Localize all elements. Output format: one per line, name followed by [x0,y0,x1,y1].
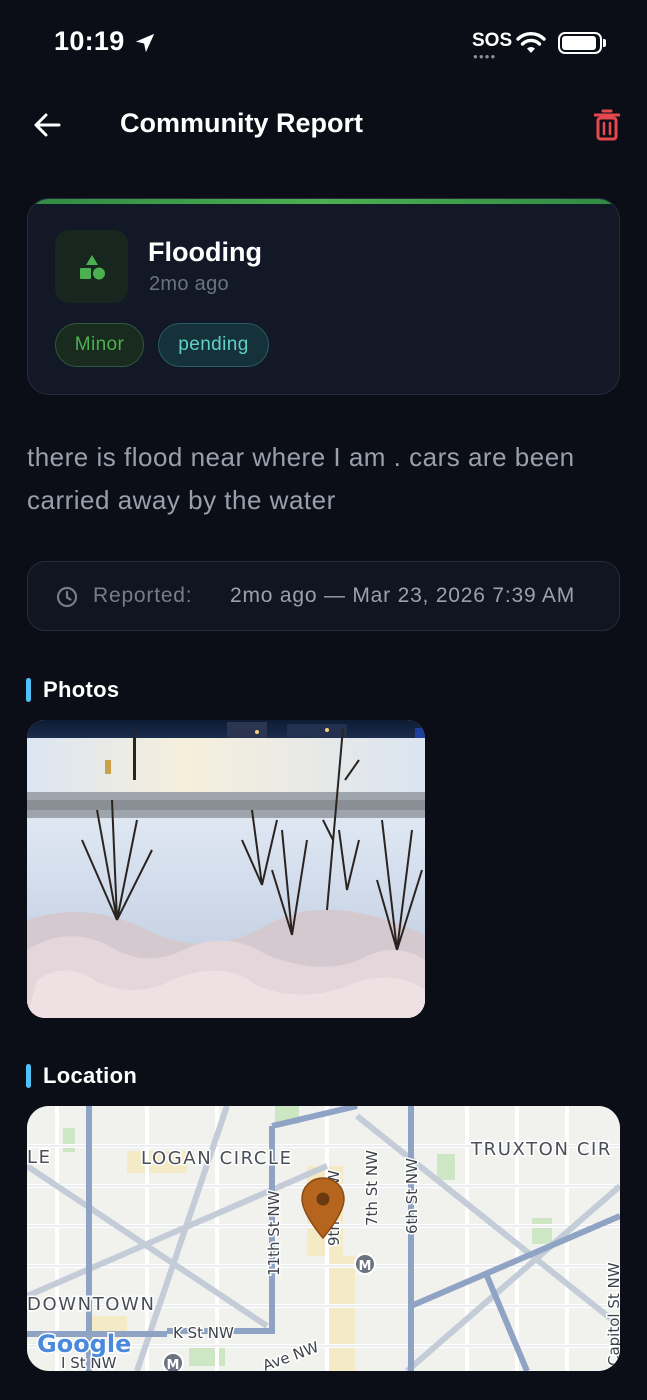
map-label-downtown: DOWNTOWN [27,1294,156,1315]
sos-indicator: SOS [472,30,513,51]
reported-label: Reported: [93,584,193,607]
location-arrow-icon [135,33,155,53]
svg-text:M: M [167,1358,180,1371]
page-title: Community Report [120,108,363,138]
report-time-ago: 2mo ago [149,273,229,295]
svg-text:M: M [359,1259,372,1274]
map-view: M M LE LOGAN CIRCLE TRUXTON CIR DOWNTOWN… [27,1106,620,1371]
map-label-6th: 6th St NW [403,1158,421,1234]
google-logo: Google [37,1330,131,1358]
photos-section-bar [26,678,31,702]
shapes-icon [79,254,105,279]
severity-badge: Minor [55,323,144,367]
map-label-truxton: TRUXTON CIR [470,1139,612,1160]
battery-nub [603,39,606,47]
trash-icon [594,109,620,141]
location-title: Location [43,1063,138,1088]
report-type: Flooding [148,237,262,267]
location-section-bar [26,1064,31,1088]
location-map[interactable]: M M LE LOGAN CIRCLE TRUXTON CIR DOWNTOWN… [27,1106,620,1371]
map-label-k-st: K St NW [173,1324,234,1342]
map-label-11th: 11th St NW [265,1190,283,1276]
reported-value: 2mo ago — Mar 23, 2026 7:39 AM [230,584,576,607]
map-label-le: LE [27,1147,52,1168]
battery-icon [558,32,602,54]
map-label-7th: 7th St NW [363,1150,381,1226]
cellular-dots: ●●●● [473,52,497,61]
photos-title: Photos [43,677,120,702]
status-badge: pending [158,323,269,367]
report-photo[interactable] [27,720,425,1018]
report-type-icon-box [55,230,128,303]
snow-scene-image [27,720,425,1018]
clock-icon [56,586,78,608]
map-label-logan-circle: LOGAN CIRCLE [141,1148,293,1169]
metro-marker: M [162,1352,184,1371]
report-description: there is flood near where I am . cars ar… [27,442,575,515]
report-card: Flooding 2mo ago Minor pending [27,198,620,395]
map-label-capitol: Capitol St NW [605,1262,620,1366]
arrow-left-icon [34,113,61,137]
reported-info: Reported: 2mo ago — Mar 23, 2026 7:39 AM [27,561,620,631]
severity-accent-bar [28,199,619,204]
status-time: 10:19 [54,26,125,56]
wifi-icon [516,32,546,53]
metro-marker: M [354,1253,376,1275]
delete-button[interactable] [586,104,628,146]
back-button[interactable] [28,106,66,144]
